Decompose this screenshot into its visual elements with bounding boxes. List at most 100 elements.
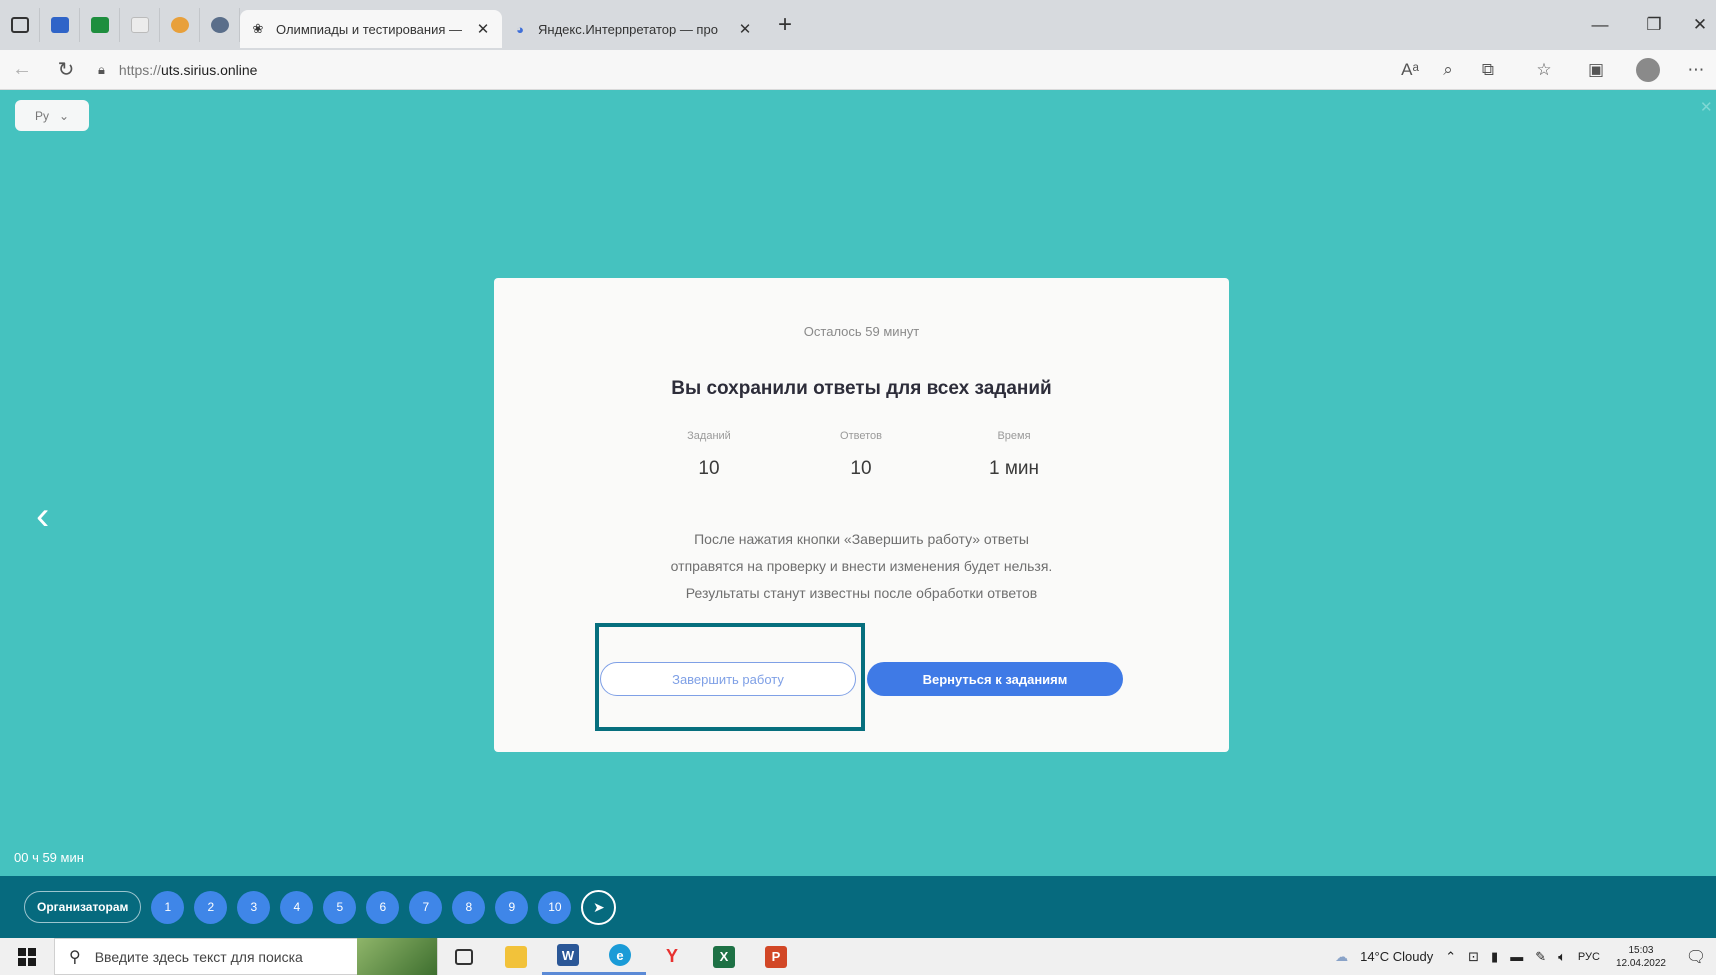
restore-button[interactable]: ❐ bbox=[1630, 6, 1678, 44]
taskbar-search-box[interactable]: ⚲ Введите здесь текст для поиска bbox=[54, 938, 438, 975]
collections-icon[interactable]: ▣ bbox=[1572, 50, 1620, 90]
battery-icon[interactable]: ▮ bbox=[1491, 949, 1498, 965]
pinned-tab-1[interactable] bbox=[40, 8, 80, 42]
stat-label: Ответов bbox=[840, 430, 882, 442]
task-button-2[interactable]: 2 bbox=[194, 890, 228, 924]
pinned-tab-2[interactable] bbox=[80, 8, 120, 42]
task-view-button[interactable] bbox=[438, 938, 490, 975]
return-to-tasks-button[interactable]: Вернуться к заданиям bbox=[867, 662, 1123, 696]
search-placeholder: Введите здесь текст для поиска bbox=[94, 948, 303, 965]
language-value: Ру bbox=[34, 108, 49, 123]
search-icon: ⚲ bbox=[69, 948, 81, 966]
sirius-favicon-icon: ❀ bbox=[252, 21, 264, 36]
tab-actions-icon bbox=[10, 17, 29, 33]
task-navigation-bar: Организаторам 1 2 3 4 5 6 7 8 9 10 ➤ bbox=[0, 876, 1716, 938]
tab-olympiads[interactable]: ❀ Олимпиады и тестирования — ✕ bbox=[240, 10, 502, 48]
clock-date: 12.04.2022 bbox=[1615, 957, 1666, 969]
finish-confirmation-card: Осталось 59 минут Вы сохранили ответы дл… bbox=[494, 278, 1229, 752]
stat-value: 1 мин bbox=[988, 458, 1039, 479]
finish-work-button[interactable]: Завершить работу bbox=[600, 662, 856, 696]
card-heading: Вы сохранили ответы для всех заданий bbox=[671, 378, 1052, 399]
windows-logo-icon bbox=[18, 947, 36, 966]
url-host: uts.sirius.online bbox=[160, 61, 258, 78]
window-close-button[interactable]: ✕ bbox=[1676, 6, 1716, 44]
tab-title: Олимпиады и тестирования — bbox=[276, 21, 462, 37]
edge-button[interactable]: e bbox=[594, 938, 646, 975]
network-icon[interactable]: ⊡ bbox=[1468, 949, 1479, 965]
close-icon[interactable]: ✕ bbox=[474, 20, 492, 38]
task-button-1[interactable]: 1 bbox=[151, 890, 185, 924]
pinned-tab-5[interactable] bbox=[200, 8, 240, 42]
time-remaining: Осталось 59 минут bbox=[803, 324, 920, 339]
notice-line: отправятся на проверку и внести изменени… bbox=[670, 558, 1053, 574]
organizers-button[interactable]: Организаторам bbox=[24, 891, 142, 923]
chevron-left-icon[interactable]: ‹ bbox=[36, 496, 49, 536]
input-language[interactable]: РУС bbox=[1578, 951, 1600, 963]
back-button[interactable]: ← bbox=[0, 50, 44, 90]
task-button-9[interactable]: 9 bbox=[495, 890, 529, 924]
notice-line: После нажатия кнопки «Завершить работу» … bbox=[694, 531, 1029, 547]
file-explorer-button[interactable] bbox=[490, 938, 542, 975]
weather-text[interactable]: 14°C Cloudy bbox=[1360, 949, 1433, 964]
tab-yandex-interpreter[interactable]: ◕ Яндекс.Интерпретатор — про ✕ bbox=[502, 10, 764, 48]
word-button[interactable]: W bbox=[542, 938, 594, 975]
powerpoint-button[interactable]: P bbox=[750, 938, 802, 975]
new-tab-button[interactable]: + bbox=[768, 8, 802, 42]
language-select[interactable]: Ру ⌄ bbox=[15, 100, 89, 131]
clock[interactable]: 15:03 12.04.2022 bbox=[1616, 944, 1666, 970]
edge-icon: e bbox=[609, 944, 631, 966]
url-field[interactable]: 🔒︎ https:// uts.sirius.online bbox=[98, 62, 257, 78]
search-highlight-image bbox=[357, 938, 437, 975]
tab-title: Яндекс.Интерпретатор — про bbox=[538, 21, 718, 37]
task-button-3[interactable]: 3 bbox=[237, 890, 271, 924]
start-button[interactable] bbox=[0, 938, 54, 975]
pinned-blue-icon bbox=[50, 17, 69, 33]
pinned-tab-3[interactable] bbox=[120, 8, 160, 42]
pinned-sheets-icon bbox=[90, 17, 109, 33]
stat-value: 10 bbox=[698, 458, 720, 479]
tab-actions-button[interactable] bbox=[0, 8, 40, 42]
yandex-browser-button[interactable]: Y bbox=[646, 938, 698, 975]
pinned-doc-icon bbox=[130, 17, 149, 33]
volume-icon[interactable]: 🔈︎ bbox=[1558, 949, 1566, 965]
yandex-favicon-icon: ◕ bbox=[516, 21, 524, 37]
stat-time: Время 1 мин bbox=[944, 430, 1084, 480]
url-protocol: https:// bbox=[118, 61, 161, 78]
notice-line: Результаты станут известны после обработ… bbox=[685, 585, 1038, 601]
more-menu-icon[interactable]: ⋯ bbox=[1672, 50, 1716, 90]
task-button-6[interactable]: 6 bbox=[366, 890, 400, 924]
clock-time: 15:03 bbox=[1628, 944, 1654, 956]
stat-value: 10 bbox=[850, 458, 872, 479]
finish-notice: После нажатия кнопки «Завершить работу» … bbox=[494, 526, 1229, 607]
chevron-down-icon: ⌄ bbox=[58, 108, 70, 123]
task-button-5[interactable]: 5 bbox=[323, 890, 357, 924]
minimize-button[interactable]: — bbox=[1576, 6, 1624, 44]
stat-tasks: Заданий 10 bbox=[639, 430, 779, 480]
lock-icon: 🔒︎ bbox=[98, 61, 105, 77]
stat-label: Время bbox=[997, 430, 1031, 442]
chevron-up-icon[interactable]: ⌃ bbox=[1445, 949, 1456, 965]
extensions-icon[interactable]: ⧉ bbox=[1464, 50, 1512, 90]
task-button-7[interactable]: 7 bbox=[409, 890, 443, 924]
close-icon[interactable]: ✕ bbox=[1700, 98, 1713, 116]
task-button-10[interactable]: 10 bbox=[538, 890, 572, 924]
reload-button[interactable]: ↻ bbox=[44, 50, 88, 90]
display-icon[interactable]: ▬ bbox=[1510, 949, 1523, 964]
notification-center-icon[interactable]: 🗨︎ bbox=[1676, 938, 1716, 975]
task-view-icon bbox=[455, 948, 473, 965]
pen-icon[interactable]: ✎ bbox=[1535, 949, 1546, 965]
close-icon[interactable]: ✕ bbox=[736, 20, 754, 38]
pinned-tab-4[interactable] bbox=[160, 8, 200, 42]
submit-send-button[interactable]: ➤ bbox=[581, 889, 617, 925]
stat-label: Заданий bbox=[687, 430, 731, 442]
favorites-icon[interactable]: ☆ bbox=[1520, 50, 1568, 90]
word-icon: W bbox=[557, 944, 579, 966]
task-button-4[interactable]: 4 bbox=[280, 890, 314, 924]
send-icon: ➤ bbox=[593, 898, 605, 915]
folder-icon bbox=[505, 945, 527, 968]
powerpoint-icon: P bbox=[765, 945, 787, 968]
task-button-8[interactable]: 8 bbox=[452, 890, 486, 924]
cloud-icon: ☁ bbox=[1335, 948, 1349, 964]
excel-button[interactable]: X bbox=[698, 938, 750, 975]
profile-button[interactable] bbox=[1624, 50, 1672, 90]
